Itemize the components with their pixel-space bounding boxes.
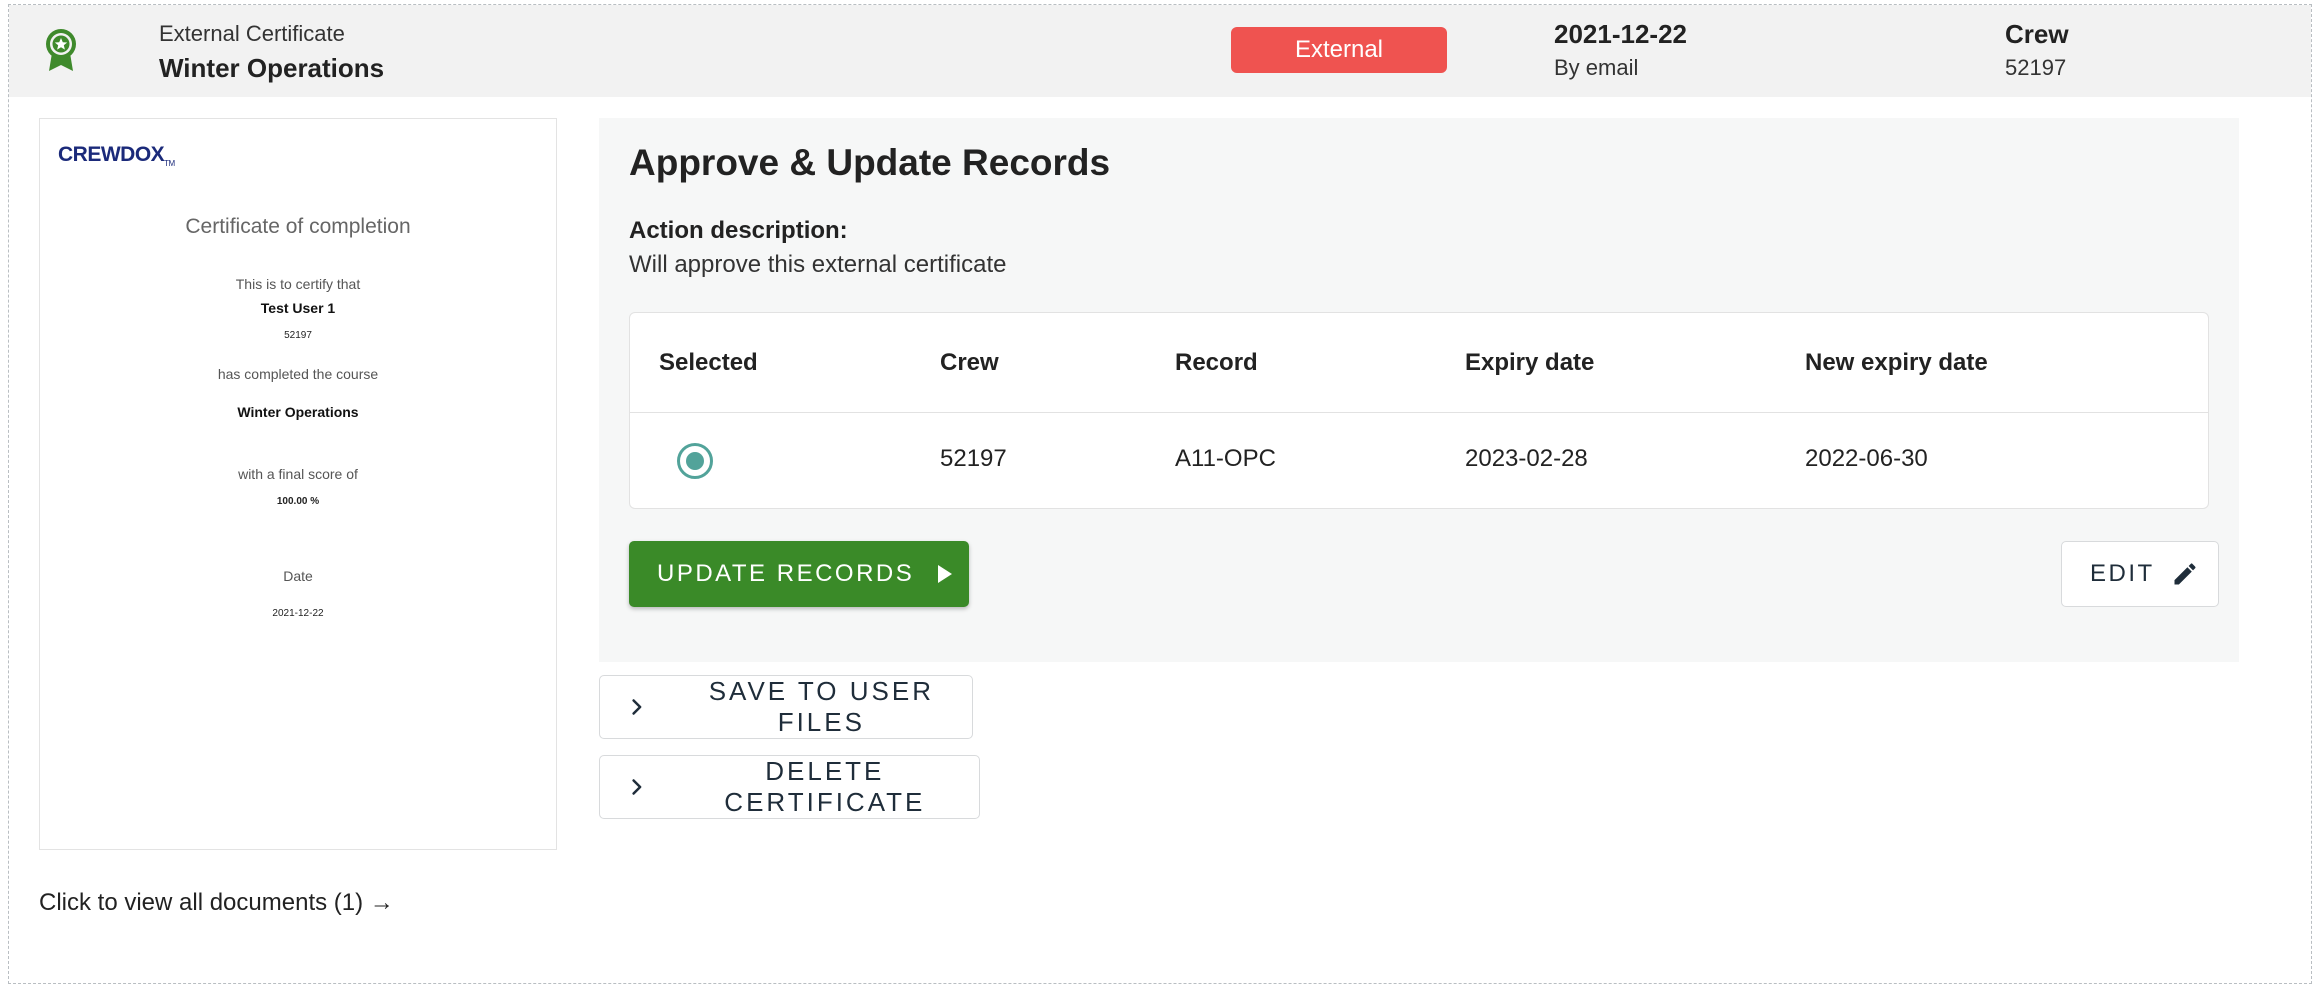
preview-date: 2021-12-22 [272,608,324,619]
records-table-header: Selected Crew Record Expiry date New exp… [630,313,2208,413]
play-icon [938,565,953,583]
preview-intro: This is to certify that [235,276,361,292]
approve-update-panel: Approve & Update Records Action descript… [599,118,2239,662]
view-all-documents-link[interactable]: Click to view all documents (1) → [39,889,394,917]
delete-certificate-label: DELETE CERTIFICATE [724,756,926,817]
preview-user-name: Test User 1 [260,300,336,316]
preview-score-label: with a final score of [238,466,358,482]
column-header-record: Record [1175,349,1258,376]
save-to-user-files-button[interactable]: SAVE TO USER FILES [599,675,973,739]
row-record: A11-OPC [1175,445,1276,472]
row-crew: 52197 [940,445,1007,472]
pencil-icon [2174,563,2196,585]
certificate-card: External Certificate Winter Operations E… [8,4,2312,984]
column-header-selected: Selected [659,349,758,376]
row-expiry-date: 2023-02-28 [1465,445,1588,472]
update-records-label: UPDATE RECORDS [657,560,915,587]
row-new-expiry-date: 2022-06-30 [1805,445,1928,472]
status-badge: External [1231,27,1447,73]
edit-label: EDIT [2090,560,2155,587]
column-header-crew: Crew [940,349,999,376]
panel-title: Approve & Update Records [629,142,1111,183]
delete-certificate-button[interactable]: DELETE CERTIFICATE [599,755,980,819]
certificate-type: External Certificate [159,21,345,46]
column-header-new-expiry-date: New expiry date [1805,349,1988,376]
preview-completed-text: has completed the course [217,366,379,382]
records-table: Selected Crew Record Expiry date New exp… [629,312,2209,509]
certificate-header: External Certificate Winter Operations E… [9,5,2311,97]
certificate-preview[interactable]: CREWDOXTM Certificate of completion This… [39,118,557,850]
certificate-name: Winter Operations [159,53,385,83]
chevron-right-icon [632,779,642,795]
action-description-label: Action description: [629,217,848,244]
action-description: Will approve this external certificate [629,251,1007,278]
certificate-date: 2021-12-22 [1554,19,1687,49]
row-select-radio[interactable] [677,443,713,479]
crewdox-logo: CREWDOXTM [58,143,175,169]
preview-score: 100.00 % [276,496,320,507]
update-records-button[interactable]: UPDATE RECORDS [629,541,969,607]
edit-button[interactable]: EDIT [2061,541,2219,607]
chevron-right-icon [632,699,642,715]
preview-date-label: Date [283,568,313,584]
preview-user-id: 52197 [284,330,312,341]
preview-title: Certificate of completion [185,215,411,238]
submission-method: By email [1554,55,1639,80]
save-to-user-files-label: SAVE TO USER FILES [708,676,934,737]
award-ribbon-icon [46,29,76,71]
preview-course: Winter Operations [237,404,359,420]
crew-id: 52197 [2005,55,2067,80]
crew-label: Crew [2005,19,2069,49]
column-header-expiry-date: Expiry date [1465,349,1595,376]
